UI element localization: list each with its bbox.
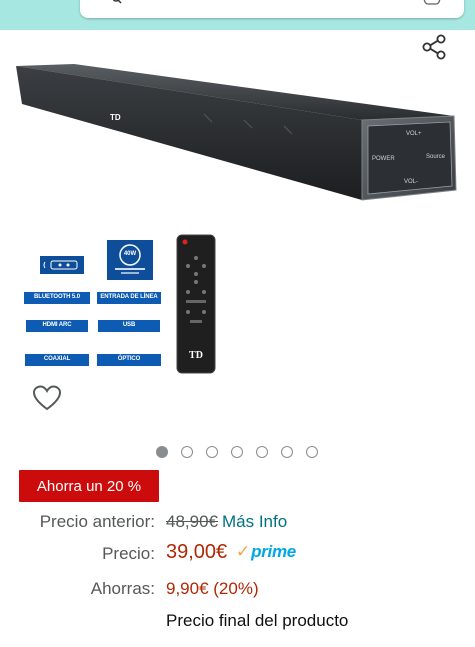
share-button[interactable] bbox=[418, 32, 450, 62]
carousel-dot[interactable] bbox=[306, 446, 318, 458]
carousel-dot[interactable] bbox=[181, 446, 193, 458]
carousel-dots[interactable] bbox=[156, 446, 318, 458]
prime-label: prime bbox=[251, 542, 296, 561]
remote-control-image: TD bbox=[176, 234, 216, 374]
wattage-label: 40W bbox=[123, 251, 137, 257]
savings-label: Ahorras: bbox=[90, 579, 155, 598]
price-value: 39,00€ bbox=[166, 541, 228, 563]
vol-down-label: VOL- bbox=[404, 179, 418, 185]
final-price-note: Precio final del producto bbox=[166, 611, 349, 630]
power-label: POWER bbox=[372, 156, 395, 162]
carousel-dot[interactable] bbox=[156, 446, 168, 458]
wattage-box: 40W bbox=[107, 240, 153, 280]
feature-bluetooth: BLUETOOTH 5.0 bbox=[24, 292, 90, 304]
previous-price-label: Precio anterior: bbox=[39, 512, 155, 531]
previous-price-value: 48,90€ bbox=[166, 512, 218, 531]
feature-hdmi: HDMI ARC bbox=[26, 320, 88, 332]
carousel-dot[interactable] bbox=[231, 446, 243, 458]
price-label: Precio: bbox=[102, 544, 155, 563]
wattage-icon bbox=[115, 244, 145, 274]
vol-up-label: VOL+ bbox=[406, 131, 422, 137]
top-bar bbox=[0, 0, 475, 30]
remote-brand: TD bbox=[189, 350, 203, 361]
share-icon bbox=[422, 34, 446, 60]
feature-coaxial: COAXIAL bbox=[25, 354, 89, 366]
brand-logo: TD bbox=[110, 113, 121, 122]
more-info-link[interactable]: Más Info bbox=[222, 512, 287, 531]
carousel-dot[interactable] bbox=[281, 446, 293, 458]
search-icon[interactable] bbox=[112, 0, 122, 6]
feature-optical: ÓPTICO bbox=[97, 354, 161, 366]
wireless-icon bbox=[43, 260, 78, 270]
discount-badge: Ahorra un 20 % bbox=[19, 470, 159, 502]
source-label: Source bbox=[426, 154, 446, 160]
prime-check-icon: ✓ bbox=[235, 542, 251, 561]
search-input[interactable] bbox=[80, 0, 464, 18]
feature-line-in: ENTRADA DE LÍNEA bbox=[97, 292, 161, 304]
heart-icon bbox=[32, 385, 62, 411]
prime-badge[interactable]: ✓ prime bbox=[236, 542, 296, 562]
previous-price-row: 48,90€ Más Info bbox=[166, 512, 287, 532]
product-image[interactable]: TD VOL+ POWER Source VOL- bbox=[14, 62, 462, 212]
camera-icon[interactable] bbox=[422, 0, 442, 8]
savings-value: 9,90€ (20%) bbox=[166, 579, 259, 598]
wishlist-button[interactable] bbox=[30, 382, 64, 414]
carousel-dot[interactable] bbox=[256, 446, 268, 458]
carousel-dot[interactable] bbox=[206, 446, 218, 458]
feature-usb: USB bbox=[98, 320, 160, 332]
bluetooth-remote-icon bbox=[40, 256, 84, 274]
price-row: 39,00€ ✓ prime bbox=[166, 541, 296, 564]
